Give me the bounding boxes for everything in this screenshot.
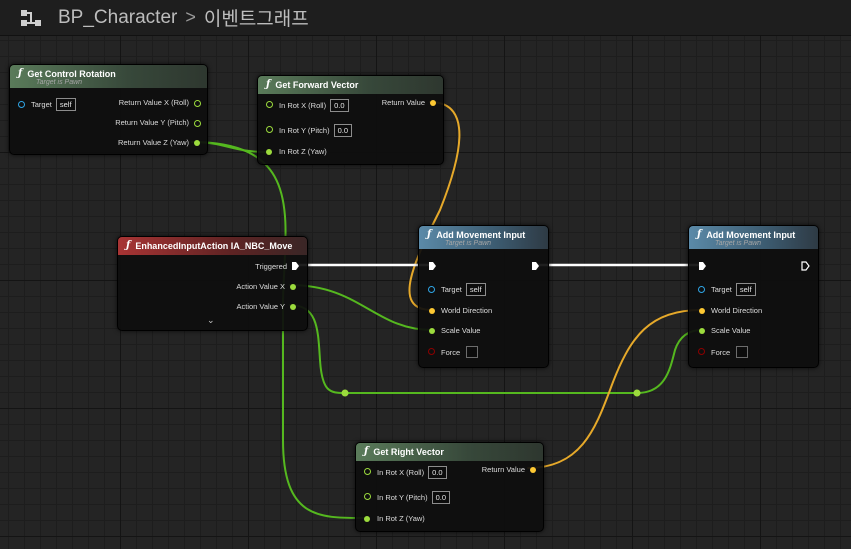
pin-exec-in[interactable]	[698, 261, 707, 271]
node-get-right-vector[interactable]: ƒ Get Right Vector In Rot X (Roll) 0.0 In…	[355, 442, 544, 532]
pin-scale-value-label: Scale Value	[441, 326, 481, 335]
node-title: EnhancedInputAction IA_NBC_Move	[135, 240, 293, 251]
pin-return-value-label: Return Value	[381, 98, 425, 107]
node-add-movement-input-forward[interactable]: ƒ Add Movement Input Target is Pawn Targe…	[418, 225, 549, 368]
force-checkbox[interactable]	[466, 346, 479, 358]
function-f-icon: ƒ	[697, 229, 702, 240]
pin-world-direction[interactable]	[699, 308, 705, 314]
pin-return-value-label: Return Value	[481, 465, 525, 474]
in-rot-x-field[interactable]: 0.0	[330, 99, 349, 112]
node-get-forward-vector[interactable]: ƒ Get Forward Vector In Rot X (Roll) 0.0 …	[257, 75, 444, 165]
pin-in-rot-z[interactable]	[364, 516, 370, 522]
pin-action-x[interactable]	[290, 284, 296, 290]
in-rot-x-field[interactable]: 0.0	[428, 466, 447, 479]
pin-exec-out[interactable]	[801, 261, 810, 271]
pin-scale-value[interactable]	[429, 328, 435, 334]
function-f-icon: ƒ	[364, 446, 369, 457]
pin-return-z-label: Return Value Z (Yaw)	[118, 138, 189, 147]
function-f-icon: ƒ	[266, 79, 271, 90]
pin-scale-value-label: Scale Value	[711, 326, 751, 335]
node-header: ƒ Add Movement Input Target is Pawn	[689, 226, 818, 249]
in-rot-y-field[interactable]: 0.0	[333, 124, 353, 137]
graph-titlebar: BP_Character > 이벤트그래프	[0, 0, 851, 36]
pin-return-x-label: Return Value X (Roll)	[118, 98, 189, 107]
node-title: Get Right Vector	[373, 446, 444, 457]
node-header: ƒ Get Control Rotation Target is Pawn	[10, 65, 207, 88]
breadcrumb-blueprint[interactable]: BP_Character	[58, 7, 177, 29]
pin-target-object[interactable]	[18, 101, 25, 108]
pin-target: Target self	[441, 283, 486, 296]
node-header: ƒ EnhancedInputAction IA_NBC_Move	[118, 237, 307, 255]
pin-world-direction[interactable]	[429, 308, 435, 314]
pin-return-y[interactable]	[194, 120, 201, 127]
pin-in-rot-y[interactable]	[364, 493, 371, 500]
pin-in-rot-y-row: In Rot Y (Pitch) 0.0	[279, 124, 353, 137]
pin-return-x[interactable]	[194, 100, 201, 107]
pin-in-rot-x[interactable]	[266, 101, 273, 108]
pin-in-rot-y[interactable]	[266, 126, 273, 133]
pin-in-rot-z-label: In Rot Z (Yaw)	[279, 147, 327, 156]
chevron-down-icon[interactable]: ⌄	[207, 315, 215, 326]
node-header: ƒ Get Right Vector	[356, 443, 543, 461]
node-add-movement-input-right[interactable]: ƒ Add Movement Input Target is Pawn Targe…	[688, 225, 819, 368]
pin-triggered-label: Triggered	[255, 262, 287, 271]
node-get-control-rotation[interactable]: ƒ Get Control Rotation Target is Pawn Tar…	[9, 64, 208, 155]
pin-in-rot-y-row: In Rot Y (Pitch) 0.0	[377, 491, 451, 504]
pin-action-x-label: Action Value X	[236, 282, 285, 291]
pin-in-rot-x-row: In Rot X (Roll) 0.0	[377, 466, 447, 479]
pin-triggered-exec[interactable]	[291, 261, 300, 271]
pin-scale-value[interactable]	[699, 328, 705, 334]
pin-return-value[interactable]	[430, 100, 436, 106]
pin-world-direction-label: World Direction	[711, 306, 763, 315]
node-header: ƒ Add Movement Input Target is Pawn	[419, 226, 548, 249]
node-title: Add Movement Input	[706, 229, 796, 240]
node-enhanced-input-action[interactable]: ƒ EnhancedInputAction IA_NBC_Move Trigger…	[117, 236, 308, 331]
pin-return-value[interactable]	[530, 467, 536, 473]
node-subtitle: Target is Pawn	[445, 240, 492, 247]
node-subtitle: Target is Pawn	[36, 79, 83, 86]
pin-force-row: Force	[711, 346, 749, 358]
node-title: Get Control Rotation	[27, 68, 116, 79]
pin-target: Target self	[711, 283, 756, 296]
pin-force[interactable]	[698, 348, 705, 355]
node-title: Add Movement Input	[436, 229, 526, 240]
function-f-icon: ƒ	[18, 68, 23, 79]
function-f-icon: ƒ	[126, 240, 131, 251]
function-f-icon: ƒ	[427, 229, 432, 240]
breadcrumb-graph[interactable]: 이벤트그래프	[204, 4, 309, 31]
target-self-field[interactable]: self	[465, 283, 486, 296]
pin-in-rot-x[interactable]	[364, 468, 371, 475]
in-rot-y-field[interactable]: 0.0	[431, 491, 451, 504]
pin-exec-in[interactable]	[428, 261, 437, 271]
node-title: Get Forward Vector	[275, 79, 359, 90]
pin-force[interactable]	[428, 348, 435, 355]
pin-in-rot-z-label: In Rot Z (Yaw)	[377, 514, 425, 523]
node-subtitle: Target is Pawn	[715, 240, 762, 247]
pin-return-z[interactable]	[194, 140, 200, 146]
pin-action-y[interactable]	[290, 304, 296, 310]
breadcrumb-separator: >	[185, 7, 196, 27]
force-checkbox[interactable]	[736, 346, 749, 358]
node-header: ƒ Get Forward Vector	[258, 76, 443, 94]
target-self-field[interactable]: self	[735, 283, 756, 296]
pin-exec-out[interactable]	[531, 261, 540, 271]
pin-in-rot-x-row: In Rot X (Roll) 0.0	[279, 99, 349, 112]
pin-return-y-label: Return Value Y (Pitch)	[115, 118, 189, 127]
pin-action-y-label: Action Value Y	[236, 302, 285, 311]
pin-world-direction-label: World Direction	[441, 306, 493, 315]
event-graph-icon	[21, 9, 41, 26]
pin-target: Target self	[31, 98, 76, 111]
pin-in-rot-z[interactable]	[266, 149, 272, 155]
target-self-field[interactable]: self	[55, 98, 76, 111]
pin-force-row: Force	[441, 346, 479, 358]
pin-target-object[interactable]	[698, 286, 705, 293]
pin-target-object[interactable]	[428, 286, 435, 293]
